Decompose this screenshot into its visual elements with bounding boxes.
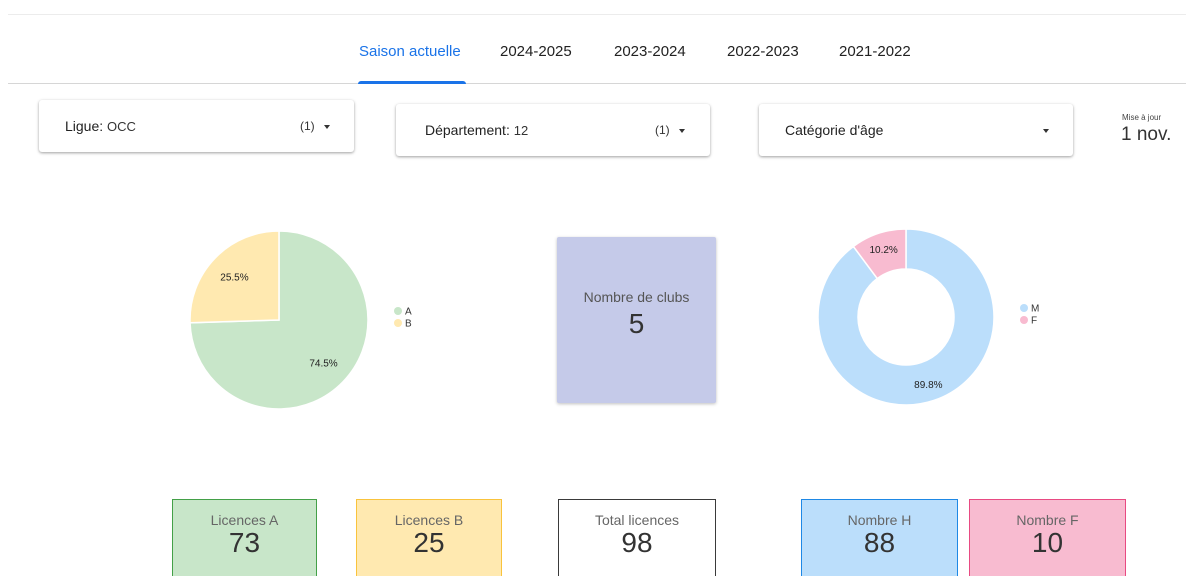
chevron-down-icon [1043,129,1049,133]
clubs-count-card: Nombre de clubs 5 [557,237,716,403]
season-tabs: Saison actuelle 2024-2025 2023-2024 2022… [8,15,1186,84]
departement-filter-label: Département: 12 [425,122,529,138]
nombre-f-card: Nombre F 10 [969,499,1126,576]
tab-saison-actuelle[interactable]: Saison actuelle [359,43,461,60]
nombre-h-label: Nombre H [847,512,912,528]
tab-2023-2024[interactable]: 2023-2024 [614,43,686,60]
slice-label-m: 89.8% [914,380,942,391]
licences-b-card: Licences B 25 [356,499,502,576]
licences-a-value: 73 [228,527,261,558]
clubs-count-value: 5 [628,308,645,339]
ligue-filter[interactable]: Ligue: OCC (1) [39,100,354,152]
licences-a-label: Licences A [210,512,279,528]
categorie-age-filter[interactable]: Catégorie d'âge [759,104,1073,156]
ligue-filter-count: (1) [300,119,315,133]
categorie-age-filter-label: Catégorie d'âge [785,122,884,138]
nombre-h-value: 88 [863,527,896,558]
slice-label-b: 25.5% [220,272,248,283]
legend-label-f: F [1031,316,1037,327]
tab-2022-2023[interactable]: 2022-2023 [727,43,799,60]
chevron-down-icon [324,125,330,129]
licences-b-label: Licences B [394,512,464,528]
nombre-f-value: 10 [1031,527,1064,558]
legend-label-b: B [405,319,412,330]
slice-label-f: 10.2% [869,245,897,256]
total-licences-value: 98 [621,527,653,558]
legend-label-a: A [405,307,412,318]
legend-marker-f [1020,316,1028,324]
departement-filter-count: (1) [655,123,670,137]
nombre-h-card: Nombre H 88 [801,499,958,576]
legend-marker-b [394,319,402,327]
gender-donut-chart: 89.8% 10.2% MF [817,228,1039,406]
active-tab-indicator [358,81,466,84]
update-date-value: 1 nov. [1121,124,1172,145]
nombre-f-label: Nombre F [1016,512,1079,528]
clubs-count-label: Nombre de clubs [583,289,690,305]
tab-2021-2022[interactable]: 2021-2022 [839,43,911,60]
slice-label-a: 74.5% [309,359,337,370]
ligue-filter-label: Ligue: OCC [65,118,136,134]
update-date-label: Mise à jour [1122,113,1162,122]
licences-b-value: 25 [413,527,445,558]
departement-filter[interactable]: Département: 12 (1) [396,104,710,156]
total-licences-card: Total licences 98 [558,499,716,576]
legend-label-m: M [1031,304,1039,315]
licence-type-pie-chart: 74.5% 25.5% AB [189,230,412,410]
chevron-down-icon [679,129,685,133]
legend-marker-m [1020,304,1028,312]
total-licences-label: Total licences [594,512,680,528]
licences-a-card: Licences A 73 [172,499,317,576]
tab-2024-2025[interactable]: 2024-2025 [500,43,572,60]
legend-marker-a [394,307,402,315]
